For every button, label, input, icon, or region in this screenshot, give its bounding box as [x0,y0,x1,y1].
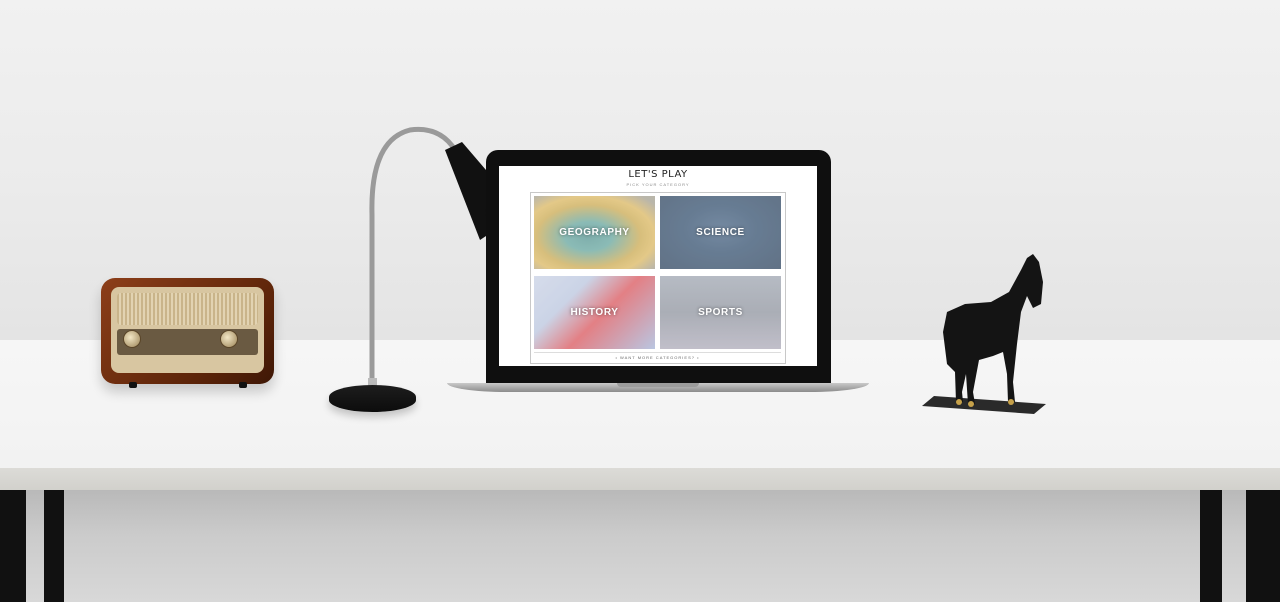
category-tile-science[interactable]: SCIENCE [660,196,781,269]
laptop-screen: LET'S PLAY PICK YOUR CATEGORY GEOGRAPHY … [499,166,817,366]
page-subtitle: PICK YOUR CATEGORY [626,182,690,187]
laptop-notch [617,383,699,387]
lamp-base [329,385,416,412]
more-categories-link[interactable]: • WANT MORE CATEGORIES? • [534,352,781,362]
category-label: SPORTS [698,307,743,318]
horse-statue-icon [943,254,1043,407]
category-tile-geography[interactable]: GEOGRAPHY [534,196,655,269]
category-tile-sports[interactable]: SPORTS [660,276,781,349]
category-label: GEOGRAPHY [559,227,630,238]
category-tile-history[interactable]: HISTORY [534,276,655,349]
category-label: HISTORY [570,307,619,318]
page-title: LET'S PLAY [628,169,688,180]
category-label: SCIENCE [696,227,745,238]
